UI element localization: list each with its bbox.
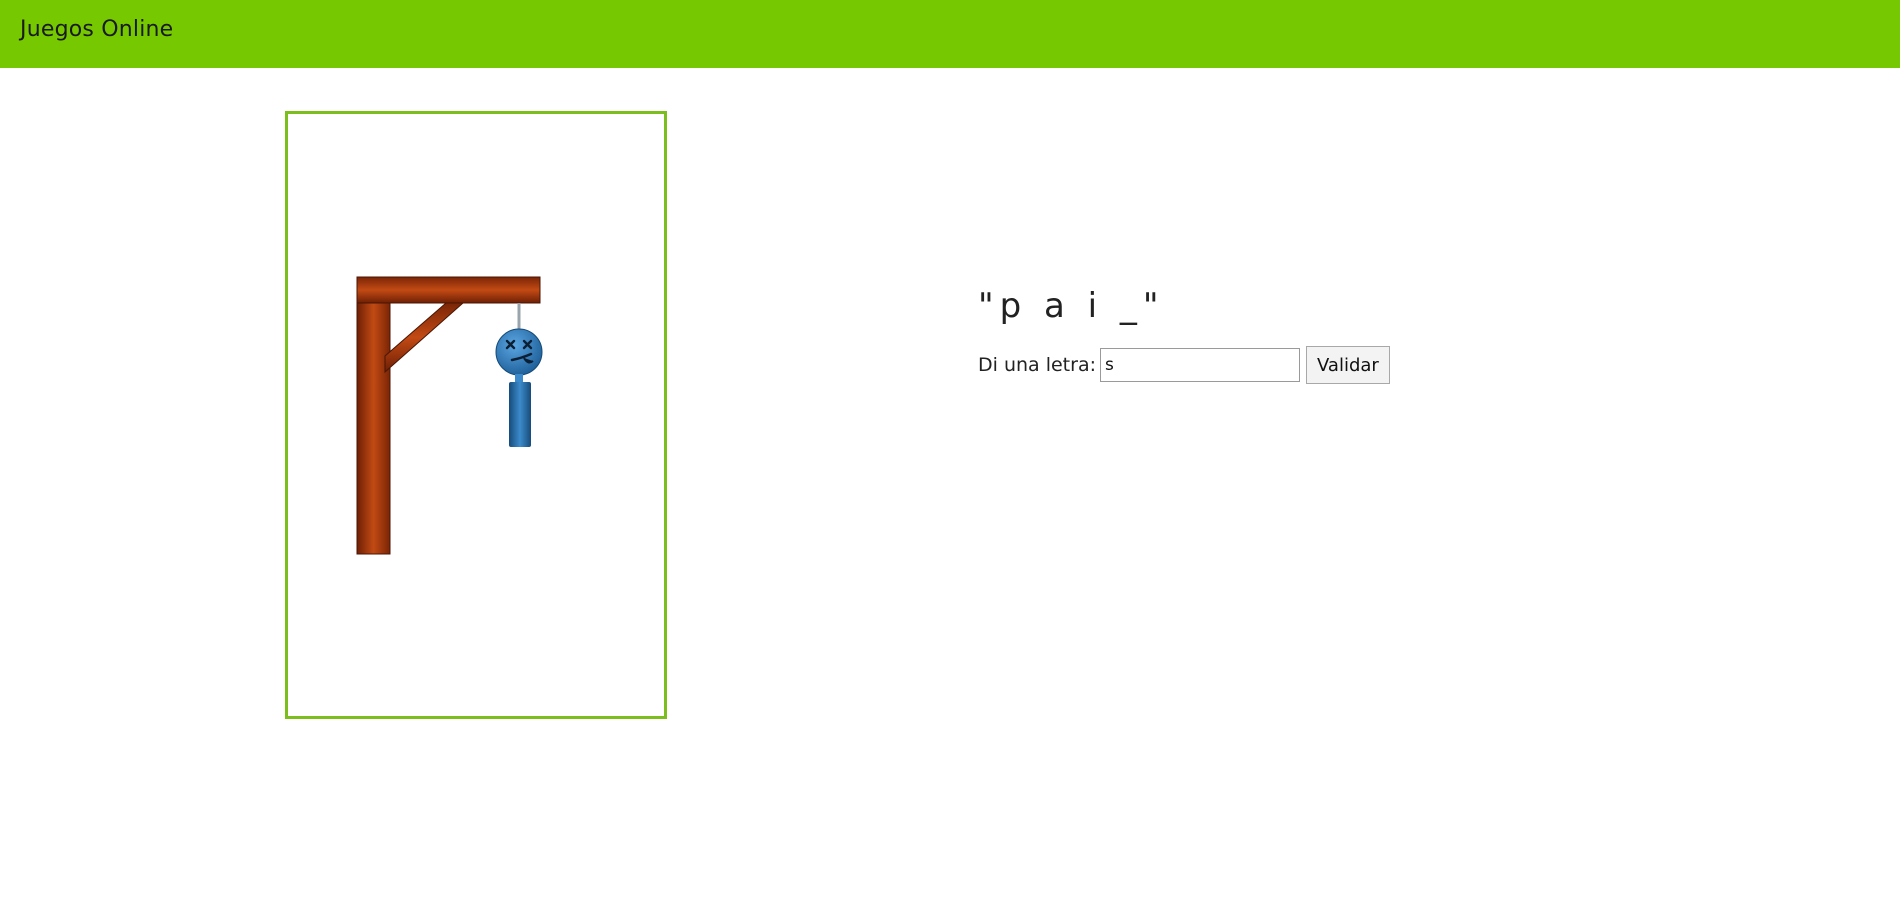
gallows-brace	[384, 302, 465, 374]
hangman-head	[495, 328, 543, 376]
letter-input[interactable]	[1100, 348, 1300, 382]
letter-form: Di una letra: Validar	[978, 346, 1390, 384]
game-panel: "p a i _" Di una letra: Validar	[978, 280, 1390, 384]
brand-link[interactable]: Juegos Online	[20, 17, 173, 42]
top-navbar: Juegos Online	[0, 0, 1900, 68]
hangman-image	[356, 276, 543, 555]
gallows-post	[356, 276, 391, 555]
validate-button[interactable]: Validar	[1306, 346, 1390, 384]
word-display: "p a i _"	[978, 286, 1165, 326]
gallows-beam	[356, 276, 541, 304]
letter-label: Di una letra:	[978, 354, 1096, 376]
hangman-body	[509, 382, 531, 447]
hangman-image-frame	[285, 111, 667, 719]
